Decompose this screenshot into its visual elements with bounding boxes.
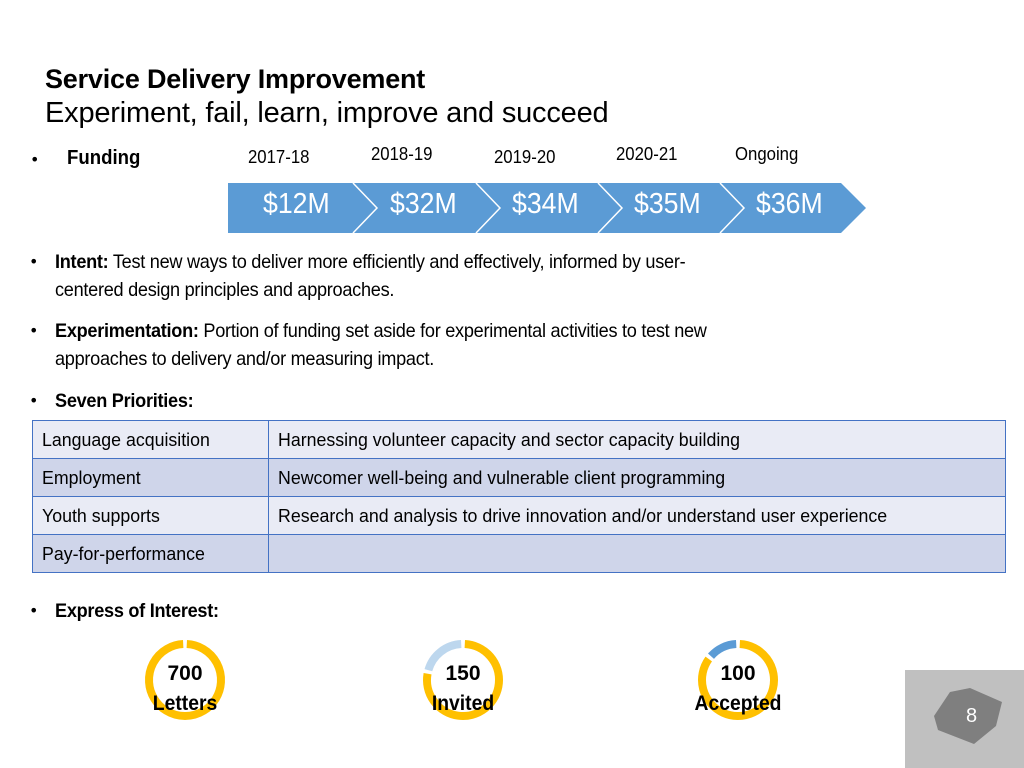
donut-value: 150 (445, 662, 481, 685)
donut-highlight-arc (707, 640, 737, 660)
donut-label: Accepted (694, 692, 782, 715)
experimentation-line1: Portion of funding set aside for experim… (198, 320, 707, 342)
intent-label: Intent: (55, 251, 109, 273)
cell-text: Employment (42, 466, 141, 488)
table-cell: Newcomer well-being and vulnerable clien… (268, 458, 1006, 497)
table-cell: Employment (32, 458, 269, 497)
cell-text: Research and analysis to drive innovatio… (278, 504, 888, 526)
donut-invited: 150 Invited (413, 638, 513, 768)
priorities-label: Seven Priorities: (55, 390, 194, 412)
table-row: Pay-for-performance (32, 534, 1006, 573)
interest-label: Express of Interest: (55, 600, 219, 622)
bullet-experimentation: • (29, 321, 39, 340)
donut-label: Invited (431, 692, 495, 715)
intent-line1: Test new ways to deliver more efficientl… (108, 251, 686, 273)
priorities-heading: Seven Priorities: (55, 387, 194, 415)
cell-text: Language acquisition (42, 428, 210, 450)
intent-line2: centered design principles and approache… (55, 279, 395, 301)
funding-amount: $32M (390, 188, 457, 220)
page-number: 8 (966, 705, 978, 727)
cell-text: Pay-for-performance (42, 542, 205, 564)
table-cell: Harnessing volunteer capacity and sector… (268, 420, 1006, 459)
table-cell (268, 534, 1006, 573)
donut-chart (145, 640, 225, 720)
table-row: Employment Newcomer well-being and vulne… (32, 458, 1006, 497)
experimentation-text: Experimentation: Portion of funding set … (55, 317, 707, 345)
funding-chevron-band (228, 182, 866, 234)
cell-text: Youth supports (42, 504, 160, 526)
table-cell: Youth supports (32, 496, 269, 535)
cell-text: Newcomer well-being and vulnerable clien… (278, 466, 726, 488)
bullet-interest: • (29, 601, 39, 620)
donut-letters: 700 Letters (135, 638, 235, 768)
table-cell: Language acquisition (32, 420, 269, 459)
interest-heading: Express of Interest: (55, 597, 219, 625)
table-cell: Research and analysis to drive innovatio… (268, 496, 1006, 535)
funding-amount: $36M (756, 188, 823, 220)
donut-value: 100 (720, 662, 756, 685)
table-cell: Pay-for-performance (32, 534, 269, 573)
donut-label: Letters (152, 692, 218, 715)
intent-text: Intent: Test new ways to deliver more ef… (55, 248, 686, 276)
table-row: Language acquisition Harnessing voluntee… (32, 420, 1006, 459)
cell-text: Harnessing volunteer capacity and sector… (278, 428, 741, 450)
bullet-priorities: • (29, 391, 39, 410)
donut-chart (423, 640, 503, 720)
donut-chart (698, 640, 778, 720)
priorities-table: Language acquisition Harnessing voluntee… (32, 420, 1006, 573)
table-row: Youth supports Research and analysis to … (32, 496, 1006, 535)
funding-amount: $12M (263, 188, 330, 220)
funding-amount: $34M (512, 188, 579, 220)
experimentation-label: Experimentation: (55, 320, 199, 342)
bullet-intent: • (29, 252, 39, 271)
funding-amount: $35M (634, 188, 701, 220)
donut-value: 700 (167, 662, 203, 685)
experimentation-line2: approaches to delivery and/or measuring … (55, 348, 435, 370)
donut-accepted: 100 Accepted (688, 638, 788, 768)
